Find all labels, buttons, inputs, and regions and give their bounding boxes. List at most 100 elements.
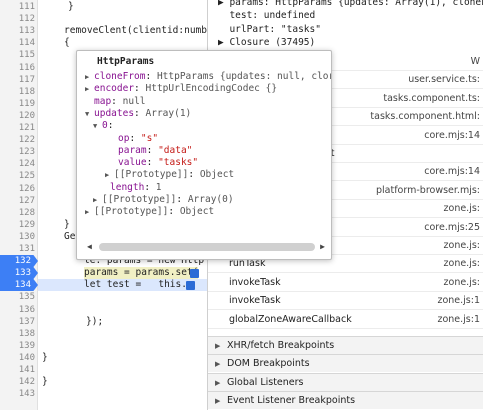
frame-source-location[interactable]: user.service.ts: <box>408 71 480 89</box>
frame-source-location[interactable]: core.mjs:25 <box>424 219 480 237</box>
line-number[interactable]: 134 <box>0 279 38 291</box>
line-number[interactable]: 117 <box>0 74 35 86</box>
line-number[interactable]: 118 <box>0 86 35 98</box>
expand-triangle-icon[interactable]: ▶ <box>215 355 220 373</box>
sidebar-section-header[interactable]: ▶ XHR/fetch Breakpoints <box>208 336 483 354</box>
frame-source-location[interactable]: zone.js: <box>444 237 480 255</box>
property-row[interactable]: ▼ updates: Array(1) <box>85 108 191 120</box>
line-number[interactable]: 133 <box>0 267 38 279</box>
sidebar-section-header[interactable]: ▶ DOM Breakpoints <box>208 354 483 373</box>
sidebar-section-header[interactable]: ▶ Event Listener Breakpoints <box>208 391 483 410</box>
line-number[interactable]: 127 <box>0 195 35 207</box>
inline-breakpoint-icon[interactable] <box>186 281 195 290</box>
inline-breakpoint-icon[interactable] <box>190 269 199 278</box>
property-value: Array(0) <box>187 194 234 205</box>
property-value: Object <box>179 206 215 218</box>
collapsed-triangle-icon[interactable]: ▶ <box>85 71 94 83</box>
frame-source-location[interactable]: core.mjs:14 <box>424 127 480 145</box>
line-number-gutter[interactable]: 111 112 113 114 115 116 117 118 119 120 121 122 123 1… <box>0 0 38 410</box>
line-number[interactable]: 116 <box>0 62 35 74</box>
line-number[interactable]: 121 <box>0 122 35 134</box>
line-number[interactable]: 126 <box>0 183 35 195</box>
collapsed-triangle-icon[interactable]: ▶ <box>85 83 94 95</box>
frame-source-location[interactable]: core.mjs:14 <box>424 163 480 181</box>
line-number[interactable]: 120 <box>0 110 35 122</box>
property-key: cloneFrom <box>94 71 146 82</box>
property-row[interactable]: ▼ 0: <box>93 120 119 132</box>
line-number[interactable]: 123 <box>0 146 35 158</box>
property-key: map <box>94 95 112 107</box>
section-label: DOM Breakpoints <box>227 358 310 370</box>
line-number[interactable]: 138 <box>0 328 35 340</box>
expand-triangle-icon[interactable]: ▶ <box>215 337 220 355</box>
scrollbar-thumb[interactable] <box>99 243 315 251</box>
property-row[interactable]: ▶ cloneFrom: HttpParams {updates: null, c… <box>85 71 331 83</box>
frame-source-location[interactable]: W <box>471 53 480 71</box>
popover-horizontal-scrollbar[interactable]: ◀ ▶ <box>87 241 325 253</box>
line-number[interactable]: 129 <box>0 219 35 231</box>
frame-source-location[interactable]: zone.js:1 <box>437 311 480 329</box>
line-number[interactable]: 128 <box>0 207 35 219</box>
line-number[interactable]: 140 <box>0 352 35 364</box>
line-number[interactable]: 141 <box>0 364 35 376</box>
line-number[interactable]: 131 <box>0 243 35 255</box>
line-number[interactable]: 142 <box>0 376 35 388</box>
line-number[interactable]: 132 <box>0 255 38 267</box>
frame-source-location[interactable]: tasks.component.ts: <box>383 90 480 108</box>
frame-source-location[interactable]: tasks.component.html: <box>370 108 480 126</box>
line-number[interactable]: 124 <box>0 158 35 170</box>
scroll-left-icon[interactable]: ◀ <box>87 241 92 253</box>
frame-source-location[interactable]: zone.js: <box>444 200 480 218</box>
line-number[interactable]: 135 <box>0 291 35 303</box>
frame-source-location[interactable]: zone.js: <box>444 255 480 273</box>
scope-variable-row[interactable]: test: undefined <box>218 10 315 22</box>
line-number[interactable]: 115 <box>0 49 35 61</box>
code-line: removeClent(clientid:numb <box>64 25 207 36</box>
line-number[interactable]: 112 <box>0 13 35 25</box>
collapsed-triangle-icon[interactable]: ▶ <box>93 194 102 206</box>
property-value: Array(1) <box>145 107 192 119</box>
line-number[interactable]: 130 <box>0 231 35 243</box>
sidebar-section-header[interactable]: ▶ Global Listeners <box>208 372 483 392</box>
expand-triangle-icon[interactable]: ▶ <box>215 392 220 410</box>
frame-function-name: invokeTask <box>229 276 281 288</box>
section-label: XHR/fetch Breakpoints <box>227 340 335 351</box>
line-number[interactable]: 143 <box>0 388 35 400</box>
line-number[interactable]: 136 <box>0 304 35 316</box>
expanded-triangle-icon[interactable]: ▼ <box>93 120 102 132</box>
line-number[interactable]: 125 <box>0 170 35 182</box>
line-number[interactable]: 113 <box>0 25 35 37</box>
expand-triangle-icon[interactable]: ▶ <box>215 374 220 392</box>
frame-source-location[interactable]: zone.js:1 <box>437 292 480 310</box>
property-row[interactable]: ▶ encoder: HttpUrlEncodingCodec {} <box>85 83 277 95</box>
scope-variable-row[interactable]: ▶ params: HttpParams {updates: Array(1),… <box>218 0 483 9</box>
line-number[interactable]: 139 <box>0 340 35 352</box>
property-value: HttpUrlEncodingCodec {} <box>145 83 278 95</box>
expanded-triangle-icon[interactable]: ▼ <box>85 108 94 120</box>
scope-variable-row[interactable]: urlPart: "tasks" <box>218 24 321 36</box>
scope-variable-row[interactable]: ▶ Closure (37495) <box>218 37 315 49</box>
property-row[interactable]: ▶ [[Prototype]]: Array(0) <box>93 194 234 206</box>
property-row[interactable]: ▶ [[Prototype]]: Object <box>85 206 214 218</box>
frame-source-location[interactable]: zone.js: <box>444 274 480 292</box>
section-label: Event Listener Breakpoints <box>227 395 356 407</box>
code-line: } <box>42 376 48 387</box>
scroll-right-icon[interactable]: ▶ <box>320 241 325 253</box>
property-row[interactable]: ▶ [[Prototype]]: Object <box>105 169 234 181</box>
call-stack-frame[interactable]: globalZoneAwareCallback zone.js:1 <box>208 311 483 329</box>
section-label: Global Listeners <box>227 376 304 388</box>
line-number[interactable]: 137 <box>0 316 35 328</box>
property-key: length <box>110 181 145 193</box>
code-line: } <box>64 219 70 230</box>
collapsed-triangle-icon[interactable]: ▶ <box>85 206 94 218</box>
line-number[interactable]: 119 <box>0 98 35 110</box>
frame-source-location[interactable]: platform-browser.mjs: <box>376 182 480 200</box>
line-number[interactable]: 111 <box>0 1 35 13</box>
object-preview-popover[interactable]: HttpParams ▶ cloneFrom: HttpParams {updat… <box>76 50 332 260</box>
call-stack-frame[interactable]: invokeTask zone.js:1 <box>208 292 483 311</box>
code-line: } <box>68 1 74 12</box>
collapsed-triangle-icon[interactable]: ▶ <box>105 169 114 181</box>
line-number[interactable]: 114 <box>0 37 35 49</box>
call-stack-frame[interactable]: invokeTask zone.js: <box>208 274 483 292</box>
line-number[interactable]: 122 <box>0 134 35 146</box>
